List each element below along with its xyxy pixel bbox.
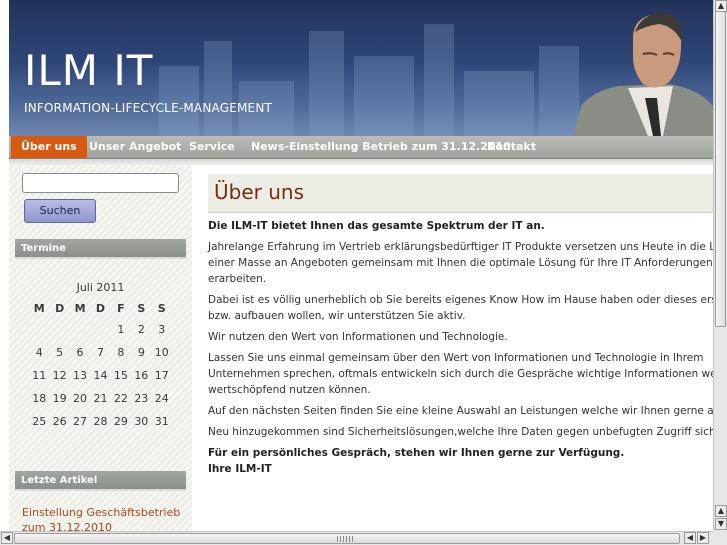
main-navigation: Über uns Unser Angebot Service News-Eins…: [9, 136, 713, 159]
calendar-day: 8: [117, 346, 125, 359]
weekday-header: S: [137, 301, 146, 315]
calendar-day: 26: [52, 415, 67, 428]
grip-icon: [337, 536, 355, 542]
calendar-day: 7: [96, 346, 104, 359]
calendar-day: 12: [52, 369, 67, 382]
calendar-day: 17: [154, 369, 169, 382]
content-paragraph: Wir nutzen den Wert von Informationen un…: [208, 331, 508, 343]
calendar-week: 4 5 6 7 8 9 10: [29, 341, 172, 364]
nav-item-unser-angebot[interactable]: Unser Angebot: [79, 136, 191, 158]
vertical-scrollbar[interactable]: ▲ ▲ ▼: [713, 0, 727, 531]
vertical-scroll-thumb[interactable]: [715, 11, 726, 327]
recent-article-link[interactable]: Einstellung Geschäftsbetrieb zum 31.12.2…: [22, 505, 182, 531]
calendar-day: [29, 318, 49, 341]
calendar-day: [70, 318, 90, 341]
calendar-day: 29: [113, 415, 128, 428]
weekday-header: D: [95, 301, 106, 315]
calendar-day: 20: [73, 392, 88, 405]
horizontal-scroll-thumb[interactable]: [14, 533, 680, 544]
search-input[interactable]: [22, 173, 179, 193]
intro-paragraph: Die ILM-IT bietet Ihnen das gesamte Spek…: [208, 220, 545, 232]
horizontal-scrollbar[interactable]: ◀ ◀ ▶: [0, 531, 713, 545]
businessman-photo: [573, 13, 713, 136]
scroll-up-icon[interactable]: ▲: [715, 505, 727, 517]
content-body: Die ILM-IT bietet Ihnen das gesamte Spek…: [208, 218, 713, 482]
calendar-day: 16: [134, 369, 149, 382]
search-button[interactable]: Suchen: [24, 199, 96, 223]
content-paragraph: Auf den nächsten Seiten finden Sie eine …: [208, 405, 713, 417]
weekday-header: M: [74, 301, 86, 315]
calendar-day: 21: [93, 392, 108, 405]
header-building: [204, 41, 232, 136]
calendar-day: 1: [117, 323, 125, 336]
calendar-day: 22: [113, 392, 128, 405]
calendar-day: 28: [93, 415, 108, 428]
scroll-down-icon[interactable]: ▼: [715, 518, 727, 530]
calendar-day: 6: [76, 346, 84, 359]
calendar-day: 13: [73, 369, 88, 382]
weekday-header: F: [117, 301, 125, 315]
scrollbar-corner: [713, 531, 727, 545]
calendar-day: 18: [32, 392, 47, 405]
content-header: Über uns: [208, 174, 713, 213]
nav-item-kontakt[interactable]: Kontakt: [477, 136, 546, 158]
page-title: Über uns: [214, 180, 304, 204]
calendar-week: 25 26 27 28 29 30 31: [29, 410, 172, 433]
browser-viewport: ILM IT INFORMATION-LIFECYCLE-MANAGEMENT …: [0, 0, 713, 531]
site-header: ILM IT INFORMATION-LIFECYCLE-MANAGEMENT: [9, 0, 713, 136]
calendar-day: [49, 318, 69, 341]
calendar-day: 19: [52, 392, 67, 405]
calendar-day: 5: [56, 346, 64, 359]
content-paragraph: Lassen Sie uns einmal gemeinsam über den…: [208, 352, 713, 396]
widget-title-termine: Termine: [15, 239, 186, 259]
calendar-day: 9: [137, 346, 145, 359]
widget-title-letzte-artikel: Letzte Artikel: [15, 471, 186, 491]
nav-item-service[interactable]: Service: [179, 136, 245, 158]
calendar: Juli 2011 M D M D F S S 1 2 3 4 5 6 7 8 …: [29, 281, 172, 433]
calendar-day: 15: [113, 369, 128, 382]
calendar-week: 11 12 13 14 15 16 17: [29, 364, 172, 387]
header-building: [464, 71, 534, 136]
header-building: [424, 24, 454, 136]
scroll-left-icon[interactable]: ◀: [684, 532, 696, 544]
scroll-left-icon[interactable]: ◀: [1, 532, 13, 544]
calendar-day: 31: [154, 415, 169, 428]
closing-paragraph: Für ein persönliches Gespräch, stehen wi…: [208, 447, 625, 475]
content-paragraph: Dabei ist es völlig unerheblich ob Sie b…: [208, 294, 713, 322]
calendar-day: 14: [93, 369, 108, 382]
weekday-header: M: [33, 301, 45, 315]
header-building: [309, 31, 344, 136]
calendar-day: 2: [137, 323, 145, 336]
calendar-day: 4: [35, 346, 43, 359]
nav-item-ueber-uns[interactable]: Über uns: [11, 136, 87, 158]
content-paragraph: Neu hinzugekommen sind Sicherheitslösung…: [208, 426, 713, 438]
calendar-day: 25: [32, 415, 47, 428]
site-tagline: INFORMATION-LIFECYCLE-MANAGEMENT: [24, 101, 273, 115]
scroll-right-icon[interactable]: ▶: [697, 532, 709, 544]
calendar-day: 23: [134, 392, 149, 405]
header-building: [354, 56, 414, 136]
sidebar: Suchen Termine Juli 2011 M D M D F S S 1…: [9, 165, 192, 531]
calendar-day: 3: [158, 323, 166, 336]
calendar-day: 30: [134, 415, 149, 428]
content-paragraph: Jahrelange Erfahrung im Vertrieb erkläru…: [208, 241, 713, 285]
calendar-month: Juli 2011: [76, 281, 125, 294]
calendar-day: 11: [32, 369, 47, 382]
weekday-header: D: [55, 301, 65, 315]
calendar-week: 1 2 3: [29, 318, 172, 341]
weekday-header: S: [157, 301, 166, 315]
calendar-day: [90, 318, 110, 341]
calendar-day: 10: [154, 346, 169, 359]
calendar-day: 24: [154, 392, 169, 405]
site-title: ILM IT: [24, 46, 154, 95]
calendar-week: 18 19 20 21 22 23 24: [29, 387, 172, 410]
page-left-margin: [0, 0, 9, 531]
calendar-day: 27: [73, 415, 88, 428]
